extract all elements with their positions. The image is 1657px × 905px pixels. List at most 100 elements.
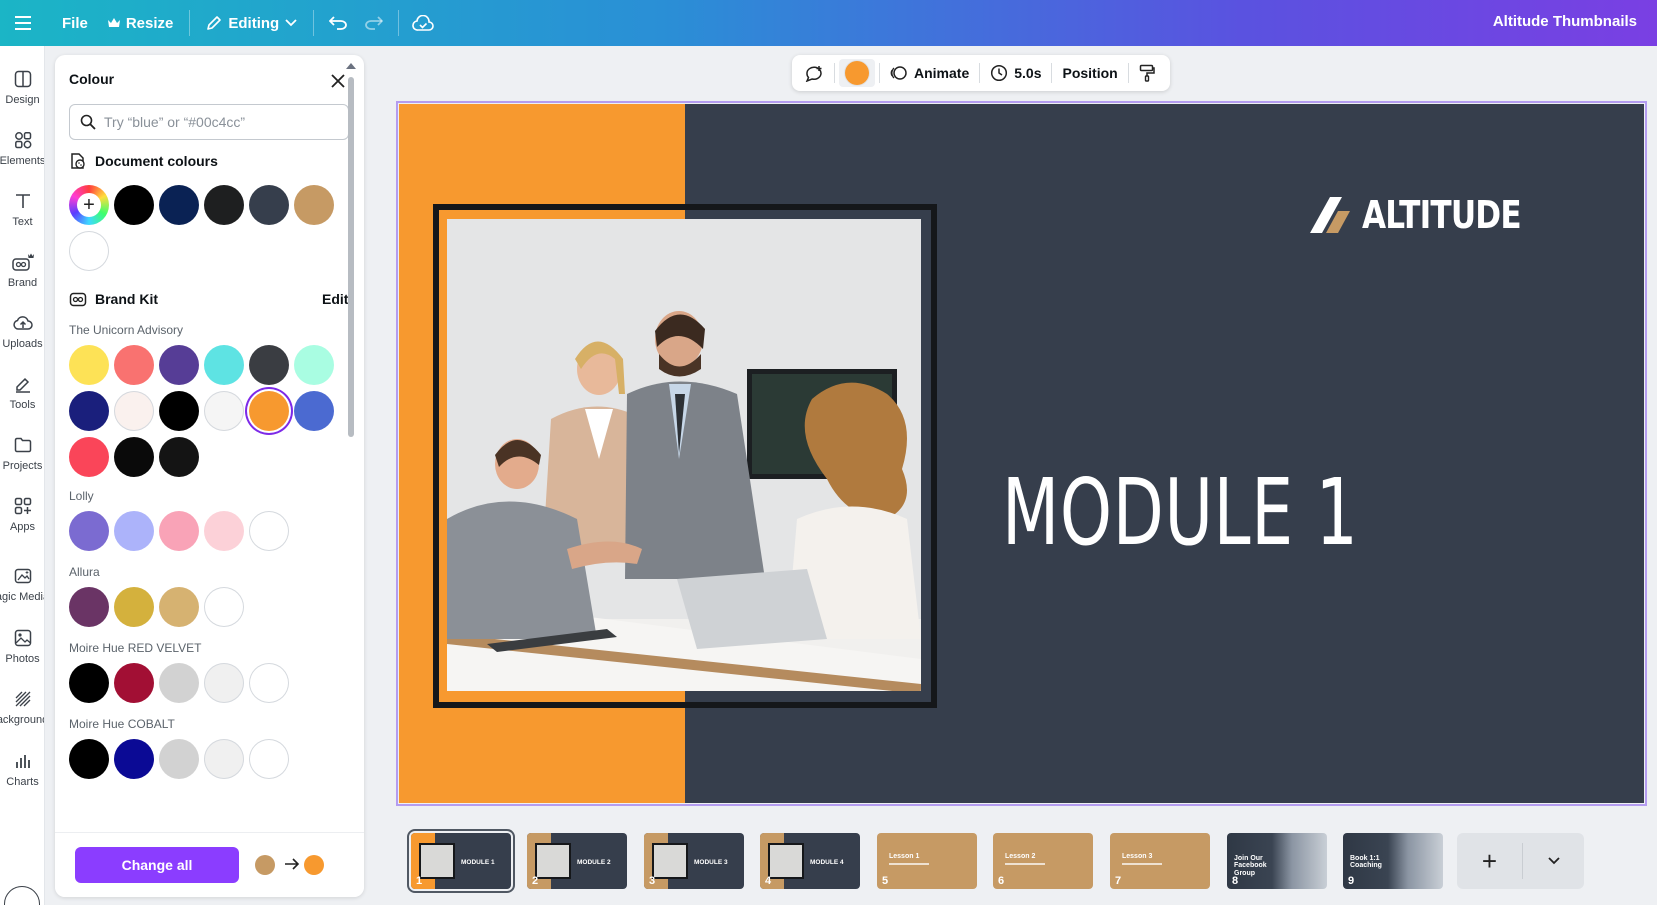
- brand-colour-swatch[interactable]: [69, 663, 109, 703]
- brand-colour-swatch[interactable]: [114, 437, 154, 477]
- plus-icon: +: [77, 193, 101, 217]
- document-colour-swatch[interactable]: [294, 185, 334, 225]
- change-all-button[interactable]: Change all: [75, 847, 239, 883]
- resize-button[interactable]: Resize: [98, 7, 184, 39]
- rail-design[interactable]: Design: [0, 64, 44, 124]
- plus-icon: +: [1481, 845, 1498, 876]
- add-colour-button[interactable]: +: [69, 185, 109, 225]
- close-button[interactable]: [328, 71, 348, 91]
- brand-colour-swatch[interactable]: [114, 663, 154, 703]
- document-title[interactable]: Altitude Thumbnails: [1493, 13, 1637, 30]
- page-thumbnail[interactable]: MODULE 2 2: [527, 833, 627, 889]
- rail-apps[interactable]: Apps: [0, 491, 44, 551]
- brand-colour-swatch[interactable]: [204, 663, 244, 703]
- document-colour-swatch[interactable]: [69, 231, 109, 271]
- rail-tools[interactable]: Tools: [0, 369, 44, 429]
- divider: [313, 10, 315, 36]
- page-thumbnail[interactable]: MODULE 4 4: [760, 833, 860, 889]
- rail-text[interactable]: Text: [0, 186, 44, 246]
- brand-colour-swatch[interactable]: [69, 587, 109, 627]
- redo-button[interactable]: [356, 7, 392, 39]
- page-thumbnail[interactable]: Book 1:1 Coaching 9: [1343, 833, 1443, 889]
- brand-colour-swatch[interactable]: [249, 345, 289, 385]
- altitude-logo[interactable]: ALTITUDE: [1310, 193, 1556, 237]
- brand-colour-swatch[interactable]: [204, 391, 244, 431]
- replace-button[interactable]: [798, 59, 830, 87]
- rail-background[interactable]: ackground: [0, 684, 44, 744]
- brand-colour-swatch[interactable]: [159, 663, 199, 703]
- rail-projects[interactable]: Projects: [0, 430, 44, 490]
- page-thumbnail[interactable]: Lesson 1 5: [877, 833, 977, 889]
- panel-scrollbar[interactable]: [346, 63, 356, 885]
- brand-colour-swatch[interactable]: [249, 739, 289, 779]
- rail-label: Elements: [0, 155, 45, 167]
- brand-colour-swatch[interactable]: [159, 587, 199, 627]
- search-input[interactable]: [104, 114, 334, 130]
- rail-uploads[interactable]: Uploads: [0, 308, 44, 368]
- brand-colour-swatch[interactable]: [114, 391, 154, 431]
- animate-button[interactable]: Animate: [884, 59, 975, 87]
- brand-colour-swatch[interactable]: [159, 391, 199, 431]
- design-icon: [14, 70, 31, 88]
- brand-colour-swatch[interactable]: [249, 663, 289, 703]
- copy-style-button[interactable]: [1133, 59, 1161, 87]
- duration-button[interactable]: 5.0s: [984, 59, 1047, 87]
- brand-colour-swatch[interactable]: [69, 739, 109, 779]
- divider: [834, 63, 835, 83]
- document-colour-swatch[interactable]: [159, 185, 199, 225]
- undo-button[interactable]: [320, 7, 356, 39]
- brand-colour-swatch[interactable]: [114, 511, 154, 551]
- rail-photos[interactable]: Photos: [0, 623, 44, 683]
- brand-colour-swatch[interactable]: [159, 437, 199, 477]
- team-meeting-photo[interactable]: [447, 219, 921, 691]
- brand-colour-swatch[interactable]: [69, 437, 109, 477]
- page-thumbnail[interactable]: Lesson 2 6: [993, 833, 1093, 889]
- brand-colour-swatch[interactable]: [69, 391, 109, 431]
- brand-colour-swatch[interactable]: [159, 511, 199, 551]
- page-options-button[interactable]: [1523, 833, 1584, 889]
- rail-elements[interactable]: Elements: [0, 125, 45, 185]
- cloud-save-button[interactable]: [405, 7, 441, 39]
- brand-colour-swatch[interactable]: [294, 391, 334, 431]
- add-page-button[interactable]: +: [1457, 833, 1522, 889]
- brand-colour-swatch[interactable]: [159, 345, 199, 385]
- scroll-thumb[interactable]: [348, 77, 354, 437]
- module-heading[interactable]: MODULE 1: [1002, 459, 1359, 566]
- brand-colour-swatch[interactable]: [204, 511, 244, 551]
- fill-colour-button[interactable]: [839, 59, 875, 87]
- brand-colour-swatch[interactable]: [159, 739, 199, 779]
- brand-kit-edit-link[interactable]: Edit: [322, 291, 348, 307]
- page-thumbnail[interactable]: MODULE 1 1: [407, 829, 515, 893]
- document-colour-swatch[interactable]: [114, 185, 154, 225]
- brand-colour-swatch[interactable]: [204, 345, 244, 385]
- page-thumbnail[interactable]: Lesson 3 7: [1110, 833, 1210, 889]
- page-thumbnail[interactable]: Join Our Facebook Group 8: [1227, 833, 1327, 889]
- thumb-subtitle: [1005, 863, 1045, 865]
- design-canvas[interactable]: ALTITUDE MODULE 1: [396, 101, 1647, 806]
- left-rail: Design Elements Text Brand Uploads Tools…: [0, 46, 45, 905]
- brand-colour-swatch[interactable]: [294, 345, 334, 385]
- brand-colour-swatch[interactable]: [249, 391, 289, 431]
- thumb-subtitle: [1122, 863, 1162, 865]
- position-button[interactable]: Position: [1056, 59, 1123, 87]
- editing-mode-dropdown[interactable]: Editing: [196, 7, 307, 39]
- page-thumbnail[interactable]: MODULE 3 3: [644, 833, 744, 889]
- document-colour-swatch[interactable]: [204, 185, 244, 225]
- brand-colour-swatch[interactable]: [249, 511, 289, 551]
- brand-colour-swatch[interactable]: [204, 587, 244, 627]
- brand-colour-swatch[interactable]: [69, 345, 109, 385]
- file-menu[interactable]: File: [52, 7, 98, 39]
- document-colour-swatch[interactable]: [249, 185, 289, 225]
- brand-colour-swatch[interactable]: [114, 345, 154, 385]
- rail-charts[interactable]: Charts: [0, 746, 44, 806]
- colour-search[interactable]: [69, 104, 349, 140]
- magic-button[interactable]: [4, 886, 40, 905]
- scroll-up-icon[interactable]: [346, 63, 356, 69]
- rail-brand[interactable]: Brand: [0, 247, 44, 307]
- brand-colour-swatch[interactable]: [69, 511, 109, 551]
- menu-button[interactable]: [0, 0, 46, 46]
- brand-colour-swatch[interactable]: [114, 587, 154, 627]
- rail-magic-media[interactable]: agic Media: [0, 561, 44, 621]
- brand-colour-swatch[interactable]: [204, 739, 244, 779]
- brand-colour-swatch[interactable]: [114, 739, 154, 779]
